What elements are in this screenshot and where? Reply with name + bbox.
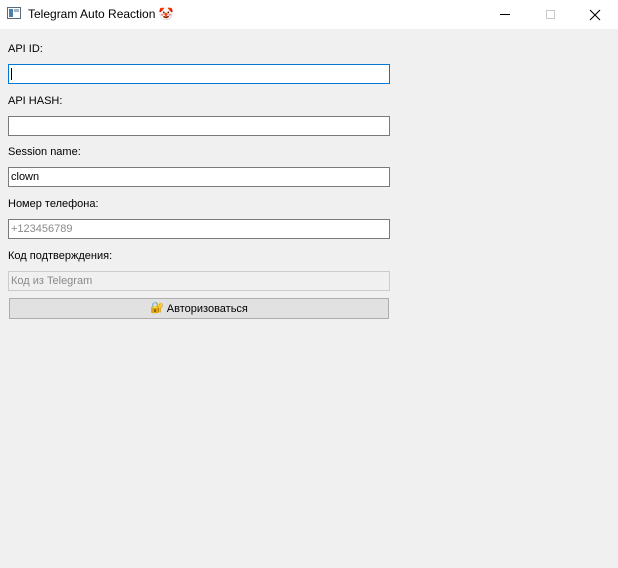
- title-bar: Telegram Auto Reaction 🤡: [0, 0, 618, 29]
- api-id-input[interactable]: [8, 64, 390, 84]
- authorize-button[interactable]: 🔐 Авторизоваться: [9, 298, 389, 319]
- api-hash-label: API HASH:: [8, 95, 63, 107]
- session-name-input[interactable]: [8, 167, 390, 187]
- confirmation-code-input[interactable]: [8, 271, 390, 291]
- app-window-icon: [7, 7, 21, 19]
- phone-input[interactable]: [8, 219, 390, 239]
- phone-label: Номер телефона:: [8, 198, 99, 210]
- lock-key-icon: 🔐: [150, 302, 164, 314]
- text-caret: [11, 68, 12, 80]
- confirmation-code-label: Код подтверждения:: [8, 250, 113, 262]
- window-title: Telegram Auto Reaction 🤡: [28, 7, 174, 21]
- api-id-label: API ID:: [8, 43, 43, 55]
- authorize-button-label: Авторизоваться: [166, 302, 248, 315]
- maximize-icon: [545, 10, 555, 19]
- maximize-button[interactable]: [527, 0, 573, 29]
- minimize-icon: [500, 14, 510, 15]
- close-icon: [589, 9, 601, 20]
- close-button[interactable]: [572, 0, 618, 29]
- minimize-button[interactable]: [482, 0, 528, 29]
- api-hash-input[interactable]: [8, 116, 390, 136]
- session-name-label: Session name:: [8, 146, 81, 158]
